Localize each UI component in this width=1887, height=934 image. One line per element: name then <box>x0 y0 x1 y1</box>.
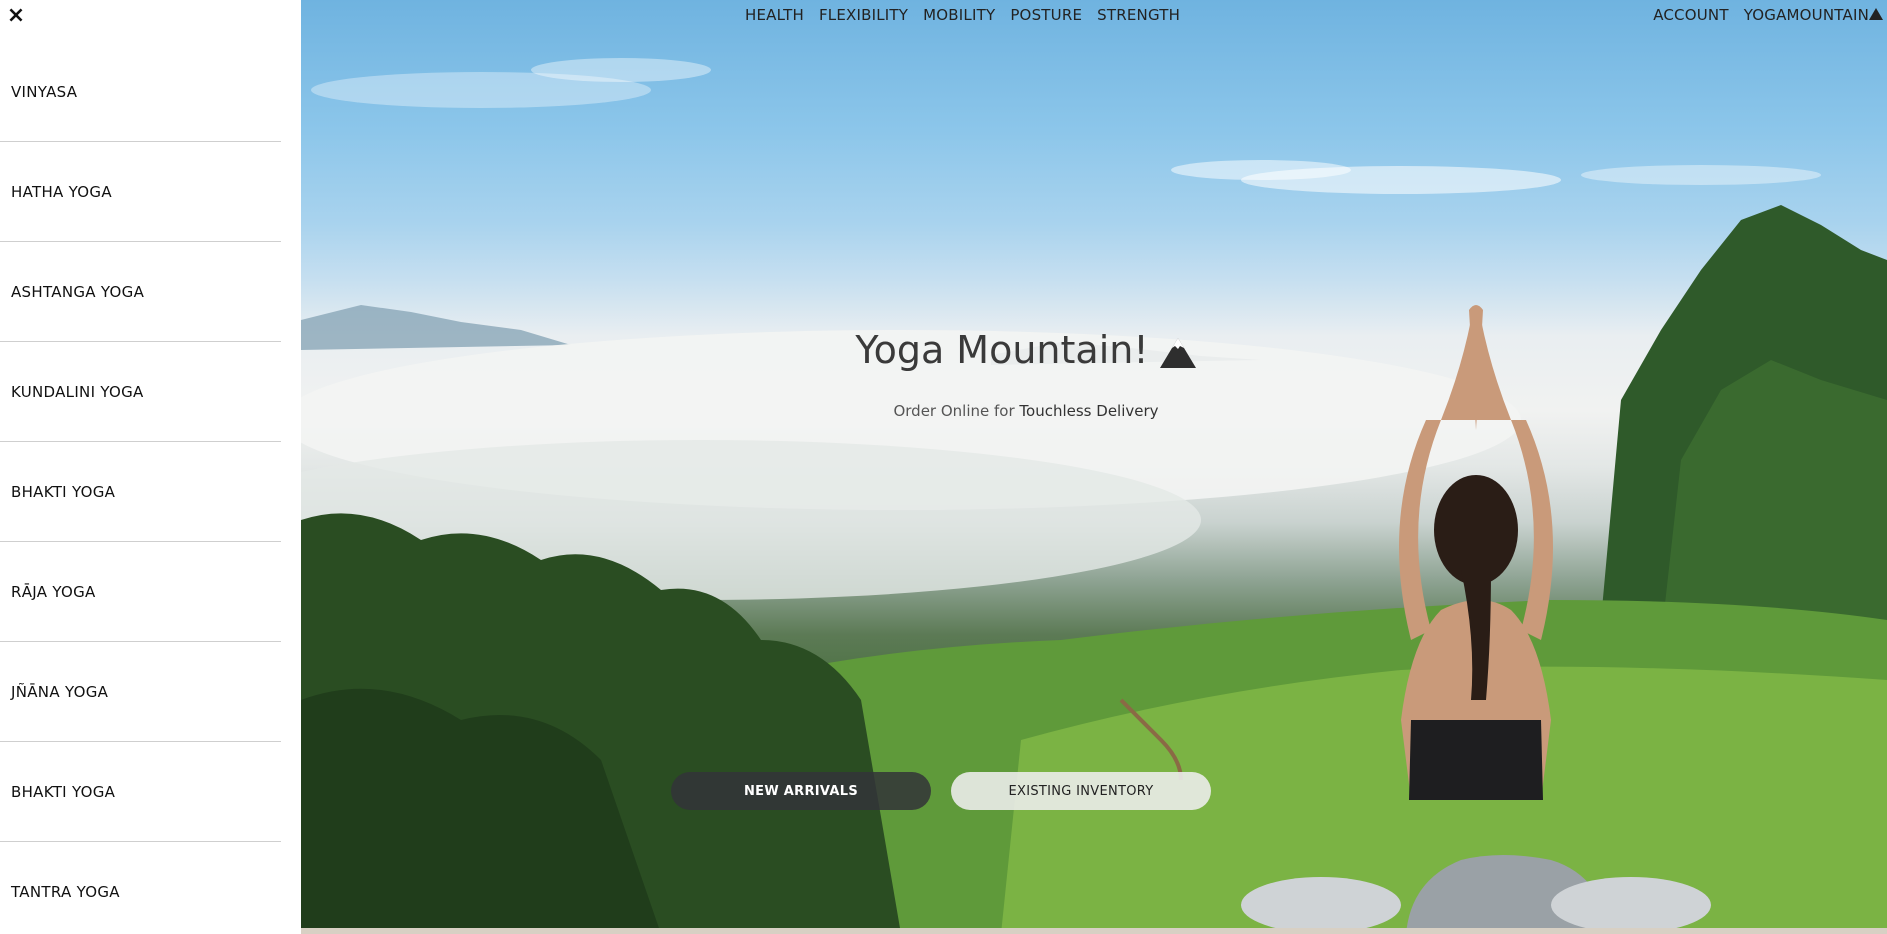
mountain-icon <box>1869 8 1883 20</box>
nav-brand-logo[interactable]: YOGAMOUNTAIN <box>1744 6 1883 24</box>
sidebar-item-tantra-yoga[interactable]: TANTRA YOGA <box>0 842 281 934</box>
sidebar-item-raja-yoga[interactable]: RĀJA YOGA <box>0 542 281 642</box>
new-arrivals-button[interactable]: NEW ARRIVALS <box>671 772 931 810</box>
nav-posture[interactable]: POSTURE <box>1010 6 1082 24</box>
mountain-icon <box>1159 337 1196 368</box>
hero-section: HEALTH FLEXIBILITY MOBILITY POSTURE STRE… <box>301 0 1887 934</box>
sidebar-item-vinyasa[interactable]: VINYASA <box>0 42 281 142</box>
floor-strip <box>301 928 1887 934</box>
hero-title-text: Yoga Mountain! <box>855 328 1149 372</box>
nav-strength[interactable]: STRENGTH <box>1097 6 1180 24</box>
close-icon[interactable]: × <box>6 5 26 27</box>
hero-subtitle-prefix: Order Online for <box>893 402 1020 420</box>
existing-inventory-button[interactable]: EXISTING INVENTORY <box>951 772 1211 810</box>
sidebar-item-hatha-yoga[interactable]: HATHA YOGA <box>0 142 281 242</box>
sidebar-item-jnana-yoga[interactable]: JÑĀNA YOGA <box>0 642 281 742</box>
sidebar-item-bhakti-yoga-2[interactable]: BHAKTI YOGA <box>0 742 281 842</box>
hero-subtitle: Order Online for Touchless Delivery <box>301 402 1819 420</box>
hero-title: Yoga Mountain! <box>301 328 1819 372</box>
nav-health[interactable]: HEALTH <box>745 6 804 24</box>
brand-label: YOGAMOUNTAIN <box>1743 6 1869 24</box>
nav-flexibility[interactable]: FLEXIBILITY <box>819 6 908 24</box>
sidebar-menu: × VINYASA HATHA YOGA ASHTANGA YOGA KUNDA… <box>0 0 301 934</box>
nav-account[interactable]: ACCOUNT <box>1653 6 1729 24</box>
nav-mobility[interactable]: MOBILITY <box>923 6 995 24</box>
sidebar-menu-list: VINYASA HATHA YOGA ASHTANGA YOGA KUNDALI… <box>0 42 281 934</box>
top-navigation: HEALTH FLEXIBILITY MOBILITY POSTURE STRE… <box>745 6 1180 24</box>
account-navigation: ACCOUNT YOGAMOUNTAIN <box>1653 6 1883 24</box>
sidebar-item-ashtanga-yoga[interactable]: ASHTANGA YOGA <box>0 242 281 342</box>
sidebar-item-kundalini-yoga[interactable]: KUNDALINI YOGA <box>0 342 281 442</box>
sidebar-item-bhakti-yoga[interactable]: BHAKTI YOGA <box>0 442 281 542</box>
hero-subtitle-highlight: Touchless Delivery <box>1019 402 1159 420</box>
